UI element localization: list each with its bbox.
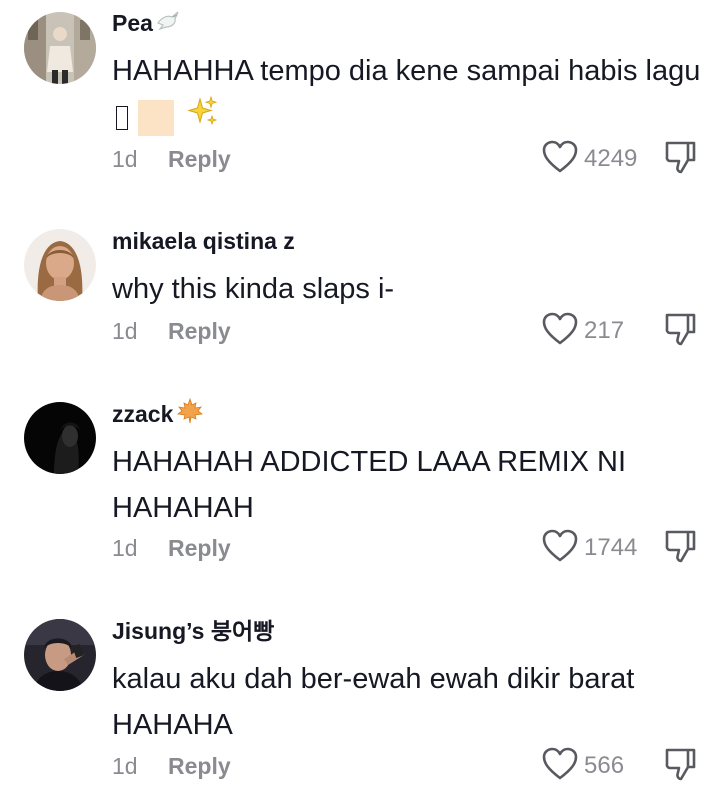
username-text: Jisung’s 붕어빵 — [112, 618, 275, 644]
comment-text: kalau aku dah ber-ewah ewah dikir barat … — [112, 656, 702, 748]
username[interactable]: zzack — [112, 397, 700, 432]
heart-icon — [542, 312, 578, 351]
comment-text-content: kalau aku dah ber-ewah ewah dikir barat … — [112, 663, 635, 741]
username[interactable]: Jisung’s 붕어빵 — [112, 616, 700, 646]
avatar-image — [24, 402, 96, 474]
timestamp: 1d — [112, 145, 138, 172]
dislike-button[interactable] — [660, 530, 700, 566]
like-button[interactable]: 217 — [542, 312, 640, 351]
avatar[interactable] — [24, 12, 96, 84]
avatar[interactable] — [24, 619, 96, 691]
reply-button[interactable]: Reply — [168, 318, 231, 345]
comment-actions: 1d Reply 1744 — [112, 529, 700, 568]
like-button[interactable]: 4249 — [542, 140, 640, 179]
skin-tone-emoji-icon — [138, 100, 175, 137]
comment-text: HAHAHAH ADDICTED LAAA REMIX NI HAHAHAH — [112, 439, 702, 531]
comment-text-content: HAHAHAH ADDICTED LAAA REMIX NI HAHAHAH — [112, 446, 627, 524]
timestamp: 1d — [112, 534, 138, 561]
comment-text: HAHAHHA tempo dia kene sampai habis lagu — [112, 48, 702, 141]
avatar-image — [24, 619, 96, 691]
heart-icon — [542, 140, 578, 179]
comment-actions: 1d Reply 4249 — [112, 140, 700, 179]
like-count: 4249 — [584, 145, 638, 172]
username-text: mikaela qistina z — [112, 228, 295, 254]
comment-text-content: HAHAHHA tempo dia kene sampai habis lagu — [112, 55, 701, 87]
comment-actions: 1d Reply 217 — [112, 312, 700, 351]
maple-leaf-icon — [176, 397, 204, 432]
username[interactable]: mikaela qistina z — [112, 226, 700, 256]
thumbs-down-icon — [664, 312, 696, 351]
dislike-button[interactable] — [660, 141, 700, 177]
comment-actions: 1d Reply 566 — [112, 747, 700, 786]
comment-text-content: why this kinda slaps i- — [112, 273, 395, 305]
like-count: 566 — [584, 752, 625, 779]
username-text: Pea — [112, 10, 153, 36]
like-button[interactable]: 1744 — [542, 529, 640, 568]
missing-glyph-icon — [116, 106, 128, 131]
like-count: 217 — [584, 317, 625, 344]
reply-button[interactable]: Reply — [168, 535, 231, 562]
reply-button[interactable]: Reply — [168, 146, 231, 173]
like-button[interactable]: 566 — [542, 747, 640, 786]
heart-icon — [542, 747, 578, 786]
thumbs-down-icon — [664, 529, 696, 568]
thumbs-down-icon — [664, 747, 696, 786]
dislike-button[interactable] — [660, 748, 700, 784]
username[interactable]: Pea — [112, 8, 700, 38]
username-text: zzack — [112, 401, 174, 427]
avatar-image — [24, 229, 96, 301]
reply-button[interactable]: Reply — [168, 753, 231, 780]
thumbs-down-icon — [664, 140, 696, 179]
timestamp: 1d — [112, 752, 138, 779]
dislike-button[interactable] — [660, 313, 700, 349]
like-count: 1744 — [584, 534, 638, 561]
heart-icon — [542, 529, 578, 568]
comment-text: why this kinda slaps i- — [112, 266, 702, 312]
timestamp: 1d — [112, 317, 138, 344]
avatar-image — [24, 12, 96, 84]
dove-icon — [156, 8, 180, 38]
sparkles-icon — [187, 95, 218, 141]
avatar[interactable] — [24, 229, 96, 301]
avatar[interactable] — [24, 402, 96, 474]
